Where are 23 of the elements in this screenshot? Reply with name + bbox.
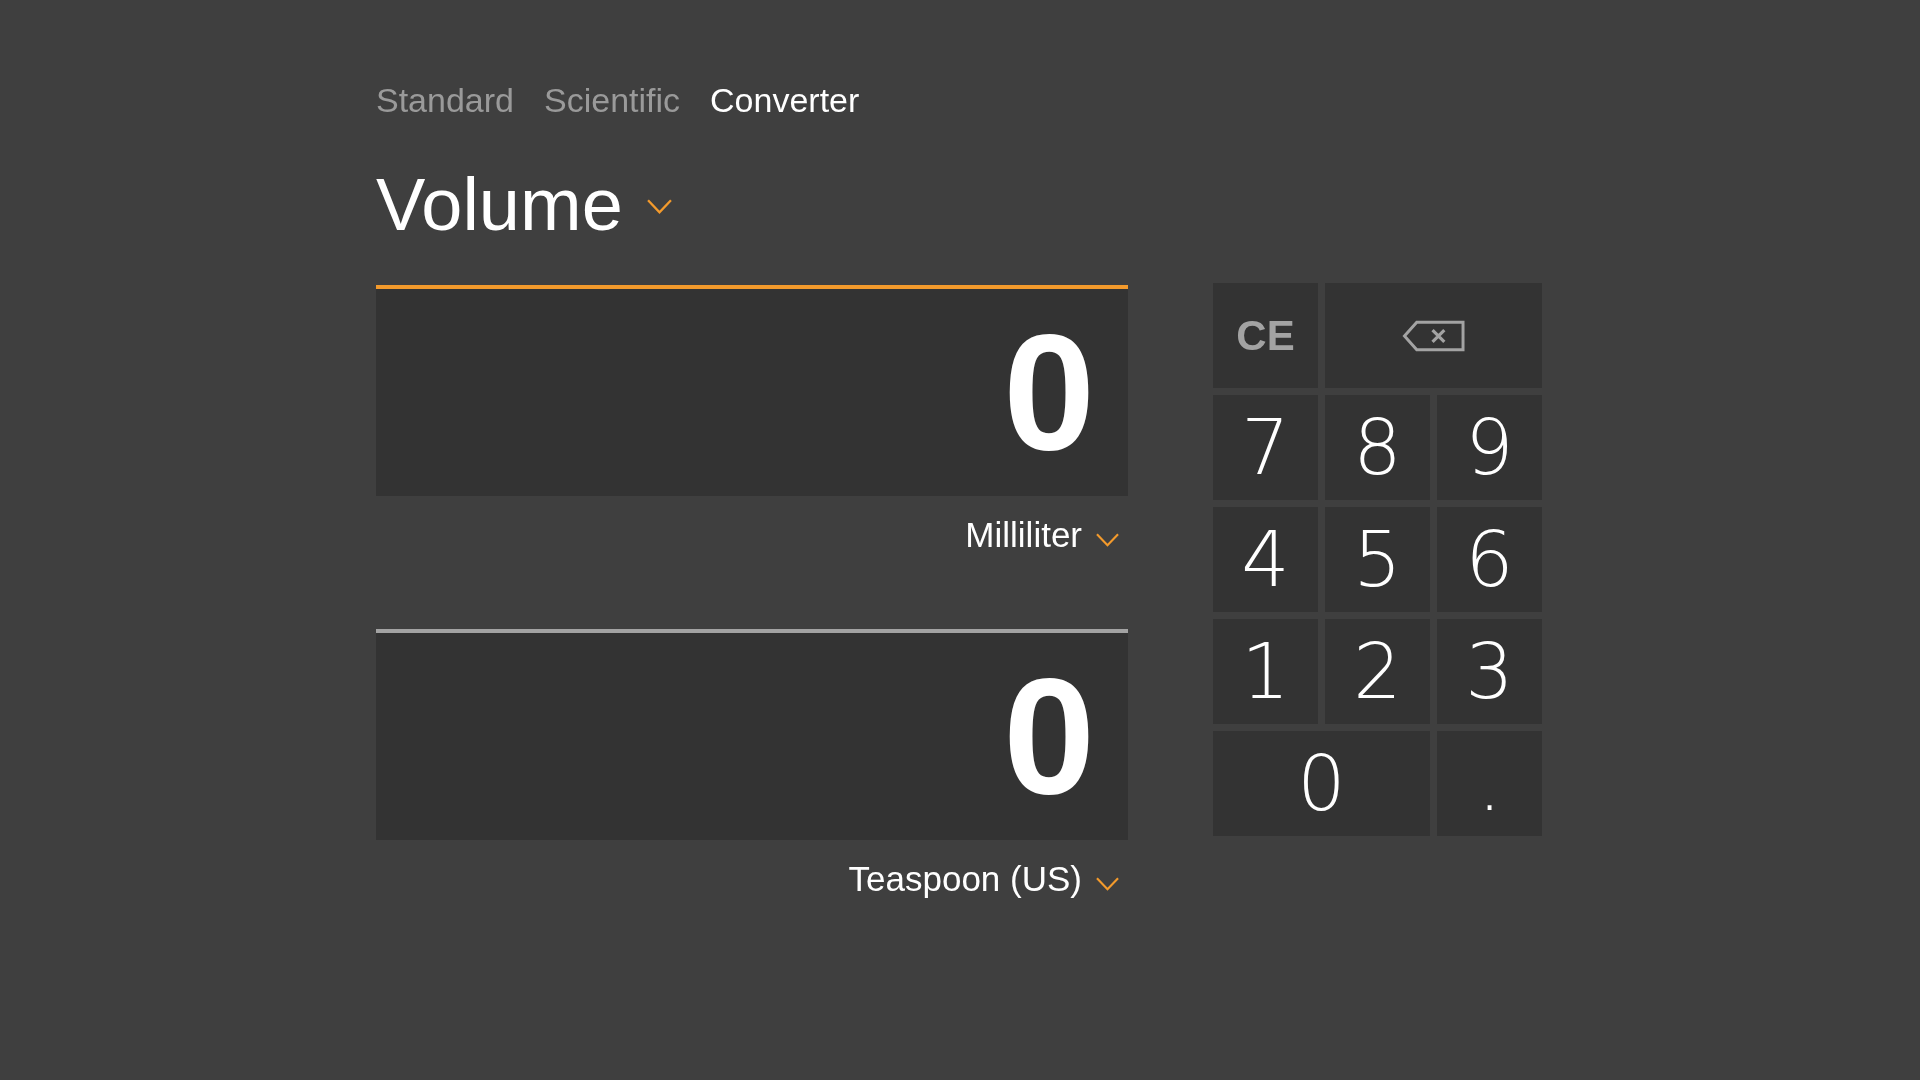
- input-field[interactable]: 0: [376, 629, 1128, 840]
- unit-dropdown[interactable]: Milliliter: [965, 513, 1119, 557]
- backspace-icon: [1402, 319, 1465, 352]
- keypad-key[interactable]: 9: [1437, 395, 1542, 500]
- tab[interactable]: Converter: [710, 80, 860, 120]
- category-dropdown[interactable]: Volume: [376, 168, 672, 242]
- keypad-key[interactable]: 4: [1213, 507, 1318, 612]
- keypad-key[interactable]: .: [1437, 731, 1542, 836]
- keypad-key[interactable]: 0: [1213, 731, 1430, 836]
- tab[interactable]: Scientific: [544, 80, 681, 120]
- keypad-key[interactable]: 6: [1437, 507, 1542, 612]
- input-field[interactable]: 0: [376, 285, 1128, 496]
- chevron-down-icon: [1096, 877, 1119, 891]
- chevron-down-icon: [646, 198, 672, 214]
- tab[interactable]: Standard: [376, 80, 514, 120]
- chevron-down-icon: [1096, 533, 1119, 547]
- keypad-key[interactable]: 8: [1325, 395, 1430, 500]
- keypad-key[interactable]: 1: [1213, 619, 1318, 724]
- keypad-key[interactable]: 5: [1325, 507, 1430, 612]
- keypad-key[interactable]: 3: [1437, 619, 1542, 724]
- keypad-key[interactable]: 7: [1213, 395, 1318, 500]
- keypad-key[interactable]: 2: [1325, 619, 1430, 724]
- unit-dropdown[interactable]: Teaspoon (US): [848, 857, 1119, 901]
